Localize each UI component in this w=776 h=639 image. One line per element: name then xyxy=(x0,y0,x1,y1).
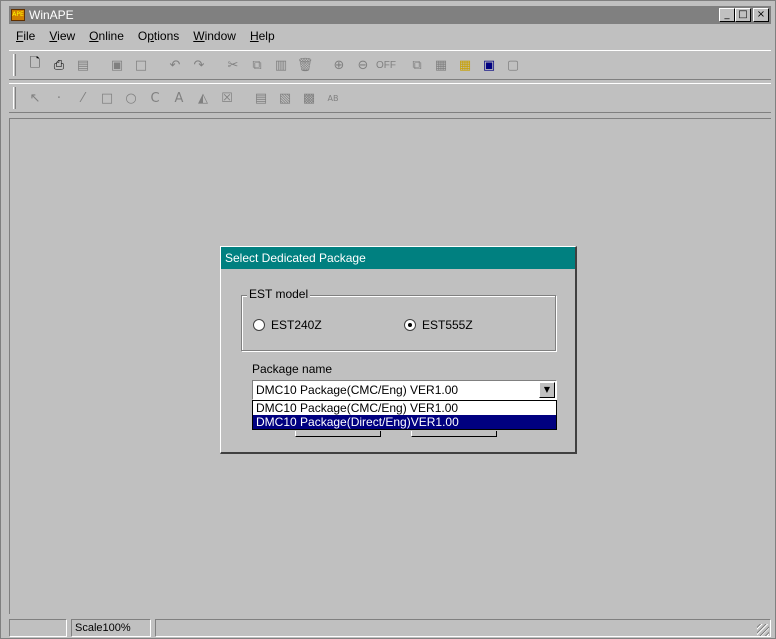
view-icon[interactable]: ▣ xyxy=(478,54,500,76)
combo-value: DMC10 Package(CMC/Eng) VER1.00 xyxy=(256,383,459,397)
minimize-button[interactable]: _ xyxy=(719,8,735,22)
radio-indicator xyxy=(253,319,265,331)
fill-icon[interactable]: ◭ xyxy=(192,87,214,109)
circle-icon[interactable]: ○ xyxy=(120,87,142,109)
object-icon[interactable]: ▩ xyxy=(298,87,320,109)
scale-indicator: Scale100% xyxy=(71,619,151,637)
menu-view[interactable]: View xyxy=(42,29,82,43)
menu-window[interactable]: Window xyxy=(186,29,243,43)
radio-label: EST240Z xyxy=(271,318,322,332)
text-icon[interactable]: A xyxy=(168,87,190,109)
draw-toolbar: ↖ · ⁄ □ ○ C A ◭ ☒ ▤ ▧ ▩ AB xyxy=(9,83,771,113)
new-file-icon[interactable]: 🗋 xyxy=(24,54,46,76)
zoom-out-icon[interactable]: ⊖ xyxy=(352,54,374,76)
dropdown-option[interactable]: DMC10 Package(Direct/Eng)VER1.00 xyxy=(253,415,556,429)
status-pane xyxy=(155,619,771,637)
menu-help[interactable]: Help xyxy=(243,29,282,43)
frame-icon[interactable]: □ xyxy=(130,54,152,76)
radio-est240z[interactable]: EST240Z xyxy=(253,318,322,332)
zoom-off-button[interactable]: OFF xyxy=(376,60,396,71)
grid-icon[interactable]: ▦ xyxy=(430,54,452,76)
toolbar-grip[interactable] xyxy=(13,54,16,76)
title-bar[interactable]: APE WinAPE _ □ × xyxy=(9,6,771,24)
maximize-button[interactable]: □ xyxy=(735,8,751,22)
dropdown-option[interactable]: DMC10 Package(CMC/Eng) VER1.00 xyxy=(253,401,556,415)
redo-icon[interactable]: ↷ xyxy=(188,54,210,76)
delete-icon[interactable]: 🗑 xyxy=(294,54,316,76)
undo-icon[interactable]: ↶ xyxy=(164,54,186,76)
window-controls: _ □ × xyxy=(719,8,769,22)
app-icon: APE xyxy=(11,9,25,21)
zoom-in-icon[interactable]: ⊕ xyxy=(328,54,350,76)
group-label: EST model xyxy=(247,287,311,301)
cancel-button[interactable] xyxy=(411,431,497,437)
chevron-down-icon[interactable]: ▼ xyxy=(539,382,555,398)
package-name-label: Package name xyxy=(252,362,333,376)
menu-bar: File View Online Options Window Help xyxy=(9,27,282,45)
yellow-grid-icon[interactable]: ▦ xyxy=(454,54,476,76)
window-title: WinAPE xyxy=(29,8,74,22)
select-arrow-icon[interactable]: ↖ xyxy=(24,87,46,109)
paste-icon[interactable]: ▥ xyxy=(270,54,292,76)
radio-est555z[interactable]: EST555Z xyxy=(404,318,473,332)
image-icon[interactable]: ▧ xyxy=(274,87,296,109)
layer-icon[interactable]: ⧉ xyxy=(406,54,428,76)
status-bar: Scale100% xyxy=(9,618,771,638)
status-pane xyxy=(9,619,67,637)
rectangle-icon[interactable]: □ xyxy=(96,87,118,109)
copy-icon[interactable]: ⧉ xyxy=(246,54,268,76)
package-combo[interactable]: DMC10 Package(CMC/Eng) VER1.00 ▼ xyxy=(252,380,557,400)
line-icon[interactable]: ⁄ xyxy=(72,87,94,109)
check-icon[interactable]: ☒ xyxy=(216,87,238,109)
select-package-dialog: Select Dedicated Package EST model EST24… xyxy=(220,246,577,454)
arc-icon[interactable]: C xyxy=(144,87,166,109)
ab-icon[interactable]: AB xyxy=(322,87,344,109)
toolbar-grip[interactable] xyxy=(13,87,16,109)
cut-icon[interactable]: ✂ xyxy=(222,54,244,76)
point-icon[interactable]: · xyxy=(48,87,70,109)
main-toolbar: 🗋 ⎙ ▤ ▣ □ ↶ ↷ ✂ ⧉ ▥ 🗑 ⊕ ⊖ OFF ⧉ ▦ ▦ ▣ ▢ xyxy=(9,50,771,80)
dialog-icon[interactable]: ▤ xyxy=(250,87,272,109)
menu-options[interactable]: Options xyxy=(131,29,186,43)
close-button[interactable]: × xyxy=(753,8,769,22)
open-file-icon[interactable]: ⎙ xyxy=(48,54,70,76)
app-window: APE WinAPE _ □ × File View Online Option… xyxy=(0,0,776,639)
menu-file[interactable]: File xyxy=(9,29,42,43)
package-dropdown-list: DMC10 Package(CMC/Eng) VER1.00 DMC10 Pac… xyxy=(252,400,557,430)
radio-indicator xyxy=(404,319,416,331)
print-preview-icon[interactable]: ▣ xyxy=(106,54,128,76)
ok-button[interactable] xyxy=(295,431,381,437)
radio-label: EST555Z xyxy=(422,318,473,332)
menu-online[interactable]: Online xyxy=(82,29,131,43)
save-icon[interactable]: ▤ xyxy=(72,54,94,76)
resize-grip[interactable] xyxy=(757,624,769,636)
window-icon[interactable]: ▢ xyxy=(502,54,524,76)
dialog-title[interactable]: Select Dedicated Package xyxy=(221,247,575,269)
